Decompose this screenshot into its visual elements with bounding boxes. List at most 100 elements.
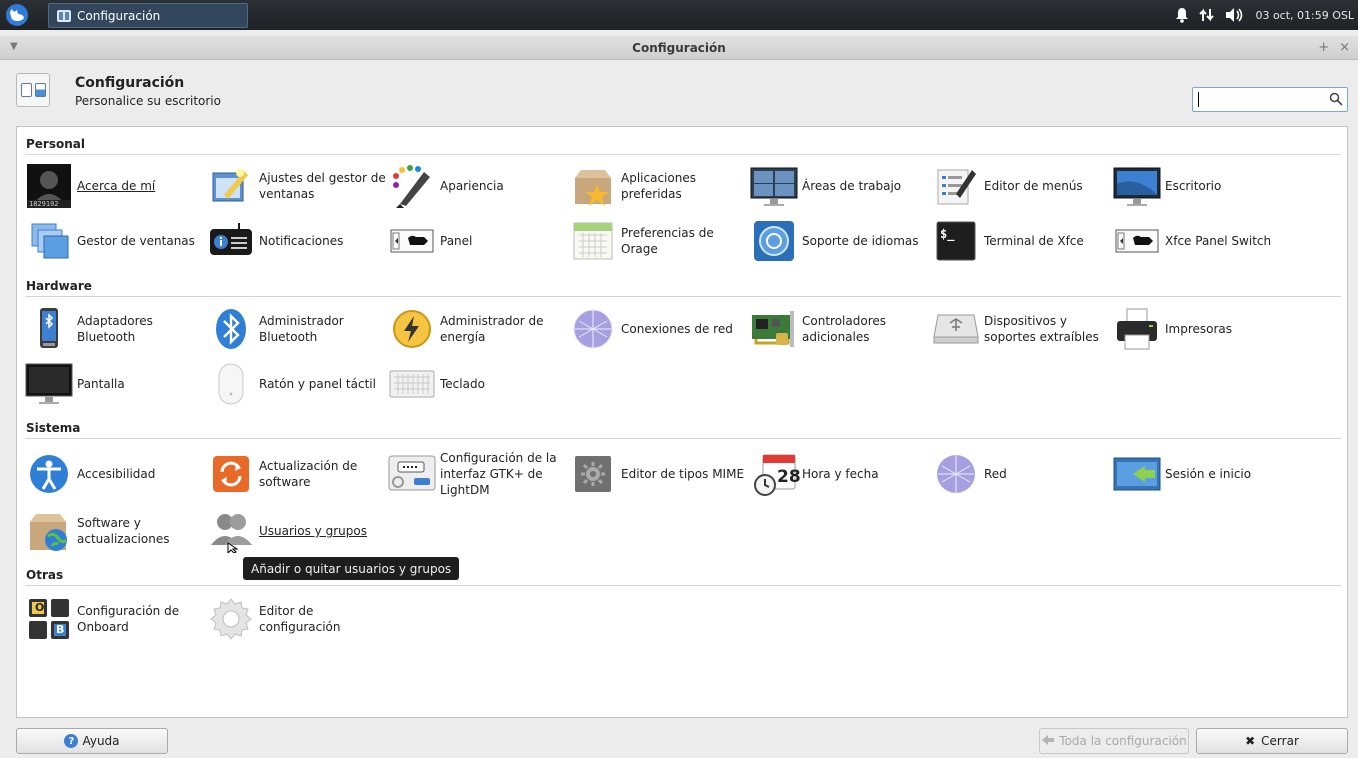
taskbar-window-button[interactable]: Configuración [48,3,248,28]
close-window-button[interactable]: × [1339,40,1350,55]
item-conexiones-de-red[interactable]: Conexiones de red [569,305,749,353]
section-personal: Personal [26,137,85,151]
item-label: Editor de menús [984,179,1083,193]
item-notificaciones[interactable]: Notificaciones [207,217,387,265]
item-label: Preferencias de Orage [621,226,714,256]
window-title: Configuración [632,41,726,55]
date-time-icon: 28 [750,450,801,498]
back-arrow-icon [1041,734,1055,749]
panel-switch-icon [1113,217,1161,265]
section-divider [25,585,1341,586]
terminal-icon: $_ [932,217,980,265]
text-cursor [1198,92,1199,107]
item-actualizacion-software[interactable]: Actualización de software [207,450,387,498]
item-preferencias-orage[interactable]: Preferencias de Orage [569,217,749,265]
item-label: Ajustes del gestor de ventanas [259,171,386,201]
item-label: Administrador de energía [440,314,544,344]
applications-menu-button[interactable] [6,4,28,26]
search-input[interactable] [1193,88,1323,110]
item-software-actualizaciones[interactable]: Software y actualizaciones [25,507,205,555]
item-gestor-de-ventanas[interactable]: Gestor de ventanas [25,217,205,265]
item-configuracion-onboard[interactable]: O B Configuración de Onboard [25,595,205,643]
item-editor-tipos-mime[interactable]: Editor de tipos MIME [569,450,749,498]
taskbar-window-label: Configuración [77,8,161,23]
item-label: Controladores adicionales [802,314,886,344]
item-apariencia[interactable]: Apariencia [388,162,568,210]
item-administrador-bluetooth[interactable]: Administrador Bluetooth [207,305,387,353]
item-controladores-adicionales[interactable]: Controladores adicionales [750,305,930,353]
maximize-button[interactable]: + [1318,40,1329,55]
network-transfer-icon[interactable] [1199,7,1215,23]
calendar-grid-icon [569,217,617,265]
item-terminal-xfce[interactable]: $_ Terminal de Xfce [932,217,1112,265]
volume-icon[interactable] [1225,7,1245,23]
item-adaptadores-bluetooth[interactable]: Adaptadores Bluetooth [25,305,205,353]
all-settings-button[interactable]: Toda la configuración [1039,728,1189,754]
item-teclado[interactable]: Teclado [388,360,568,408]
language-support-icon [750,217,798,265]
close-icon: ✖ [1245,734,1256,748]
item-label: Soporte de idiomas [802,234,919,248]
item-aplicaciones-preferidas[interactable]: Aplicaciones preferidas [569,162,749,210]
notification-bell-icon[interactable] [1175,7,1189,23]
network-globe-icon [569,305,617,353]
bluetooth-icon [207,305,255,353]
item-administrador-energia[interactable]: Administrador de energía [388,305,568,353]
power-manager-icon [388,305,436,353]
item-ajustes-gestor-ventanas[interactable]: Ajustes del gestor de ventanas [207,162,387,210]
item-sesion-e-inicio[interactable]: Sesión e inicio [1113,450,1293,498]
terminal-prompt-text: $_ [940,227,955,241]
item-impresoras[interactable]: Impresoras [1113,305,1293,353]
page-subtitle: Personalice su escritorio [75,94,221,108]
item-label: Impresoras [1165,322,1233,336]
item-label: Hora y fecha [802,467,879,481]
item-raton-panel-tactil[interactable]: Ratón y panel táctil [207,360,387,408]
item-areas-de-trabajo[interactable]: Áreas de trabajo [750,162,930,210]
onboard-key-b: B [56,623,65,636]
item-label: Editor de tipos MIME [621,467,745,481]
item-usuarios-y-grupos[interactable]: Usuarios y grupos [207,507,387,555]
item-pantalla[interactable]: Pantalla [25,360,205,408]
window-titlebar[interactable]: ▼ Configuración + × [0,36,1358,60]
xfce-mouse-icon [10,9,24,21]
item-accesibilidad[interactable]: Accesibilidad [25,450,205,498]
item-acerca-de-mi[interactable]: 1829102 Acerca de mí [25,162,205,210]
item-label: Editor de configuración [259,604,341,634]
item-escritorio[interactable]: Escritorio [1113,162,1293,210]
printer-icon [1113,305,1161,353]
item-label: Aplicaciones preferidas [621,171,696,201]
section-otras: Otras [26,568,64,582]
item-configuracion-lightdm[interactable]: Configuración de la interfaz GTK+ de Lig… [388,445,568,503]
onboard-key-o: O [35,601,45,614]
drivers-card-icon [750,305,798,353]
item-label: Xfce Panel Switch [1165,234,1272,248]
search-box[interactable] [1192,87,1348,112]
preferred-apps-box-icon [569,162,617,210]
item-red[interactable]: Red [932,450,1112,498]
lightdm-login-icon [388,450,436,498]
help-button[interactable]: ? Ayuda [16,728,168,754]
item-soporte-de-idiomas[interactable]: Soporte de idiomas [750,217,930,265]
all-settings-label: Toda la configuración [1059,734,1187,748]
item-label: Actualización de software [259,459,358,489]
item-editor-de-menus[interactable]: Editor de menús [932,162,1112,210]
item-panel[interactable]: Panel [388,217,568,265]
desktop-icon [1113,162,1161,210]
item-label: Usuarios y grupos [259,524,367,538]
user-avatar-icon: 1829102 [25,162,73,210]
item-label: Escritorio [1165,179,1222,193]
item-label: Software y actualizaciones [77,516,170,546]
item-label: Panel [440,234,473,248]
item-hora-y-fecha[interactable]: 28 Hora y fecha [750,450,930,498]
workspaces-icon [750,162,798,210]
item-editor-de-configuracion[interactable]: Editor de configuración [207,595,387,643]
search-icon[interactable] [1329,92,1343,109]
close-button[interactable]: ✖ Cerrar [1196,728,1348,754]
item-dispositivos-extraibles[interactable]: Dispositivos y soportes extraíbles [932,305,1112,353]
clock[interactable]: 03 oct, 01:59 OSL [1255,9,1354,22]
settings-panel: Personal 1829102 Acerca de mí Ajustes de… [16,126,1348,718]
mime-editor-icon [569,450,617,498]
item-xfce-panel-switch[interactable]: Xfce Panel Switch [1113,217,1293,265]
accessibility-icon [25,450,73,498]
item-label: Pantalla [77,377,125,391]
